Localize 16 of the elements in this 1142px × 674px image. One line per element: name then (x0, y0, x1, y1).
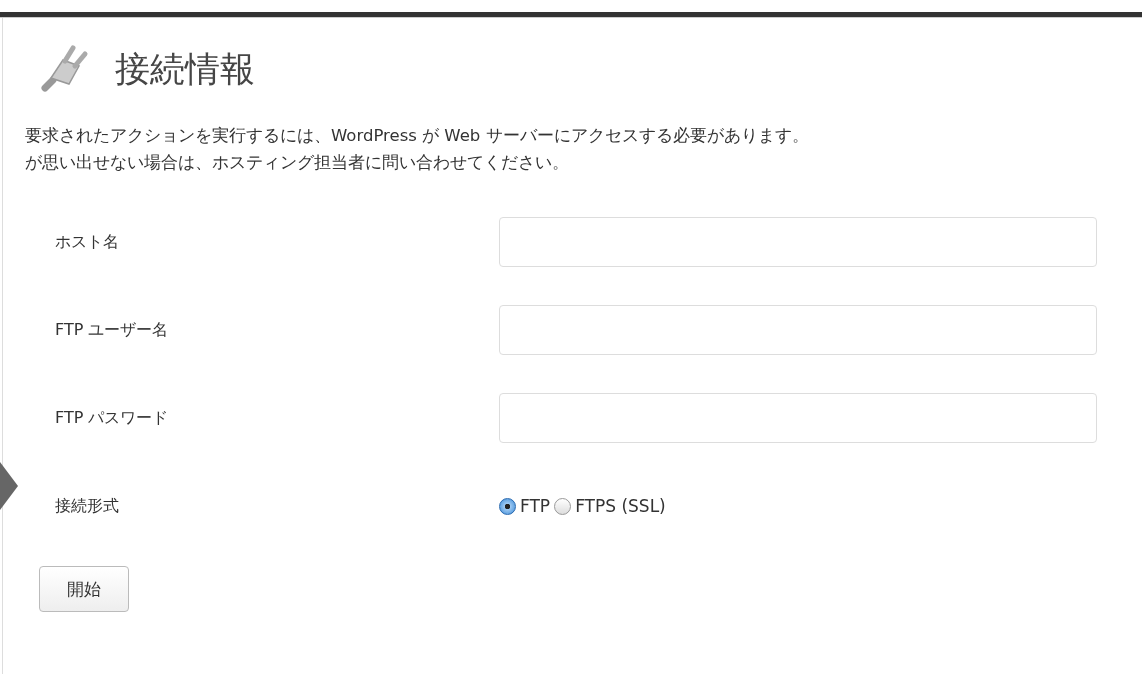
field-label: ホスト名 (54, 231, 120, 253)
radio-label[interactable]: FTP (520, 496, 551, 516)
radio-button[interactable] (554, 497, 572, 515)
password-field[interactable] (499, 393, 1097, 443)
side-arrow-icon (0, 462, 18, 510)
text-field[interactable] (499, 217, 1097, 267)
radio-button[interactable] (499, 497, 516, 515)
start-button[interactable]: 開始 (39, 566, 129, 612)
field-label: 接続形式 (54, 495, 120, 517)
radio-label[interactable]: FTPS (SSL) (575, 496, 666, 516)
page-heading: 接続情報 (115, 47, 255, 91)
text-field[interactable] (499, 305, 1097, 355)
description-text: が思い出せない場合は、ホスティング担当者に問い合わせてください。 (25, 152, 570, 174)
description-text: 要求されたアクションを実行するには、WordPress が Web サーバーにアクセスする必要があります。 (25, 125, 810, 147)
field-label: FTP パスワード (54, 407, 170, 429)
field-label: FTP ユーザー名 (54, 319, 170, 341)
